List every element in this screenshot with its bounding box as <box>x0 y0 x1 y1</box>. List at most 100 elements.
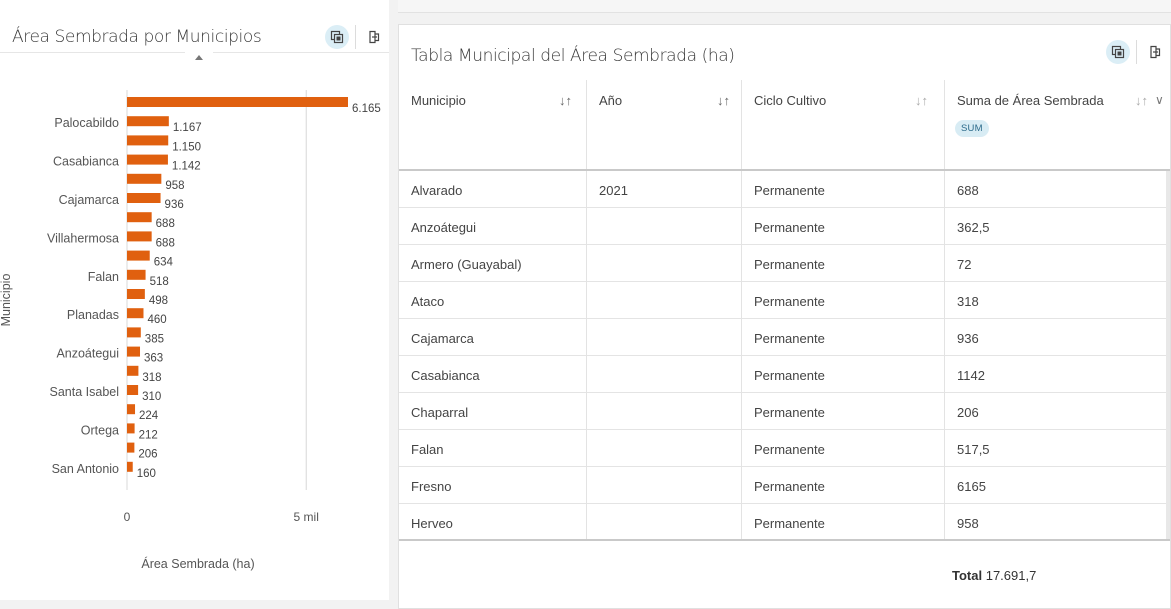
maximize-icon[interactable] <box>1106 40 1130 64</box>
bar-value-label: 936 <box>165 199 184 211</box>
table-row[interactable]: Falan Permanente 517,5 <box>399 430 1170 467</box>
table-row[interactable]: Armero (Guayabal) Permanente 72 <box>399 245 1170 282</box>
table-cell: Permanente <box>742 356 945 393</box>
table-cell: 72 <box>957 257 972 272</box>
table-row[interactable]: Herveo Permanente 958 <box>399 504 1170 541</box>
bar[interactable] <box>127 231 152 242</box>
chart-panel: Área Sembrada por Municipios 05 mil 6.165… <box>0 0 389 600</box>
table-cell <box>587 393 742 430</box>
table-cell: Permanente <box>742 467 945 504</box>
table-row[interactable]: Cajamarca Permanente 936 <box>399 319 1170 356</box>
category-label: Anzoátegui <box>56 347 119 361</box>
icon-divider <box>1136 40 1137 64</box>
bar-value-label: 363 <box>144 353 163 365</box>
bar-value-label: 1.167 <box>173 122 202 134</box>
chevron-down-icon[interactable]: ∨ <box>1155 93 1164 107</box>
bar[interactable] <box>127 212 152 223</box>
column-label: Municipio <box>411 93 466 108</box>
bar[interactable] <box>127 346 141 357</box>
export-icon[interactable] <box>1143 40 1167 64</box>
bar-chart: 0 5 mil 6.165 1.167 Palocabildo 1.150 1.142 Cas… <box>0 90 381 571</box>
table-cell: Permanente <box>742 430 945 467</box>
table-row[interactable]: Alvarado 2021 Permanente 688 <box>399 171 1170 208</box>
bar[interactable] <box>127 308 144 319</box>
table-header: Municipio ↓↑ Año ↓↑ Ciclo Cultivo ↓↑ Sum… <box>399 80 1170 171</box>
table-panel: Tabla Municipal del Área Sembrada (ha) M… <box>398 24 1171 609</box>
table-cell: 958 <box>957 516 979 531</box>
bar[interactable] <box>127 289 145 299</box>
bar-value-label: 224 <box>139 410 159 422</box>
sort-icon[interactable]: ↓↑ <box>717 93 730 108</box>
sort-icon[interactable]: ↓↑ <box>915 93 928 108</box>
table-cell: Permanente <box>742 319 945 356</box>
category-label: Santa Isabel <box>50 385 120 399</box>
table-cell <box>587 208 742 245</box>
bar-value-label: 310 <box>142 391 161 403</box>
bar[interactable] <box>127 173 162 184</box>
table-cell: 318 <box>957 294 979 309</box>
table-cell <box>587 282 742 319</box>
bar-value-label: 6.165 <box>352 103 381 115</box>
top-strip <box>398 0 1171 13</box>
table-cell <box>587 504 742 541</box>
bar-value-label: 385 <box>145 333 164 345</box>
bar[interactable] <box>127 135 169 146</box>
column-header-ciclo-cultivo[interactable]: Ciclo Cultivo ↓↑ <box>742 80 945 169</box>
column-header-suma-area[interactable]: Suma de Área Sembrada ↓↑ ∨ SUM <box>945 80 1170 169</box>
table-cell: 1142 <box>957 368 985 383</box>
bar-value-label: 518 <box>150 276 169 288</box>
column-header-ano[interactable]: Año ↓↑ <box>587 80 742 169</box>
table-cell <box>587 467 742 504</box>
table-row[interactable]: Anzoátegui Permanente 362,5 <box>399 208 1170 245</box>
bar[interactable] <box>127 461 133 472</box>
table-cell: 688 <box>957 183 979 198</box>
sort-icon[interactable]: ↓↑ <box>1135 93 1148 108</box>
table-cell: Alvarado <box>399 171 587 208</box>
bar-value-label: 688 <box>156 218 175 230</box>
bar-value-label: 212 <box>139 429 158 441</box>
bar-value-label: 958 <box>165 180 184 192</box>
table-row[interactable]: Casabianca Permanente 1142 <box>399 356 1170 393</box>
bar[interactable] <box>127 442 135 453</box>
bar-value-label: 1.142 <box>172 161 201 173</box>
bar[interactable] <box>127 423 135 434</box>
column-header-municipio[interactable]: Municipio ↓↑ <box>399 80 587 169</box>
sort-icon[interactable]: ↓↑ <box>559 93 572 108</box>
bar-value-label: 688 <box>156 237 175 249</box>
bar[interactable] <box>127 154 168 165</box>
category-label: Cajamarca <box>59 193 119 207</box>
bar[interactable] <box>127 404 136 415</box>
table-cell <box>587 319 742 356</box>
table-title: Tabla Municipal del Área Sembrada (ha) <box>411 46 735 66</box>
table-cell: Cajamarca <box>399 319 587 356</box>
table-cell <box>587 356 742 393</box>
table-cell: Herveo <box>399 504 587 541</box>
table-row[interactable]: Chaparral Permanente 206 <box>399 393 1170 430</box>
bar[interactable] <box>127 365 139 376</box>
category-label: Ortega <box>81 423 119 437</box>
x-tick-label: 0 <box>124 510 131 524</box>
scrollbar[interactable] <box>1166 171 1170 539</box>
category-label: Villahermosa <box>47 231 119 245</box>
bar[interactable] <box>127 116 169 127</box>
category-label: Falan <box>88 270 119 284</box>
table-row[interactable]: Fresno Permanente 6165 <box>399 467 1170 504</box>
bar-value-label: 634 <box>154 257 174 269</box>
bar[interactable] <box>127 97 348 107</box>
bar-value-label: 460 <box>147 314 166 326</box>
table-row[interactable]: Ataco Permanente 318 <box>399 282 1170 319</box>
category-label: San Antonio <box>52 462 119 476</box>
bar[interactable] <box>127 269 146 280</box>
bar[interactable] <box>127 250 150 261</box>
x-axis-title: Área Sembrada (ha) <box>141 556 254 571</box>
column-label: Ciclo Cultivo <box>754 93 827 108</box>
table-cell <box>587 245 742 282</box>
total-value: 17.691,7 <box>985 568 1037 583</box>
bar[interactable] <box>127 327 141 338</box>
category-label: Casabianca <box>53 155 119 169</box>
table-cell: 206 <box>957 405 979 420</box>
bar-value-label: 160 <box>137 468 156 480</box>
bar[interactable] <box>127 193 161 203</box>
table-cell: Chaparral <box>399 393 587 430</box>
bar[interactable] <box>127 385 139 395</box>
